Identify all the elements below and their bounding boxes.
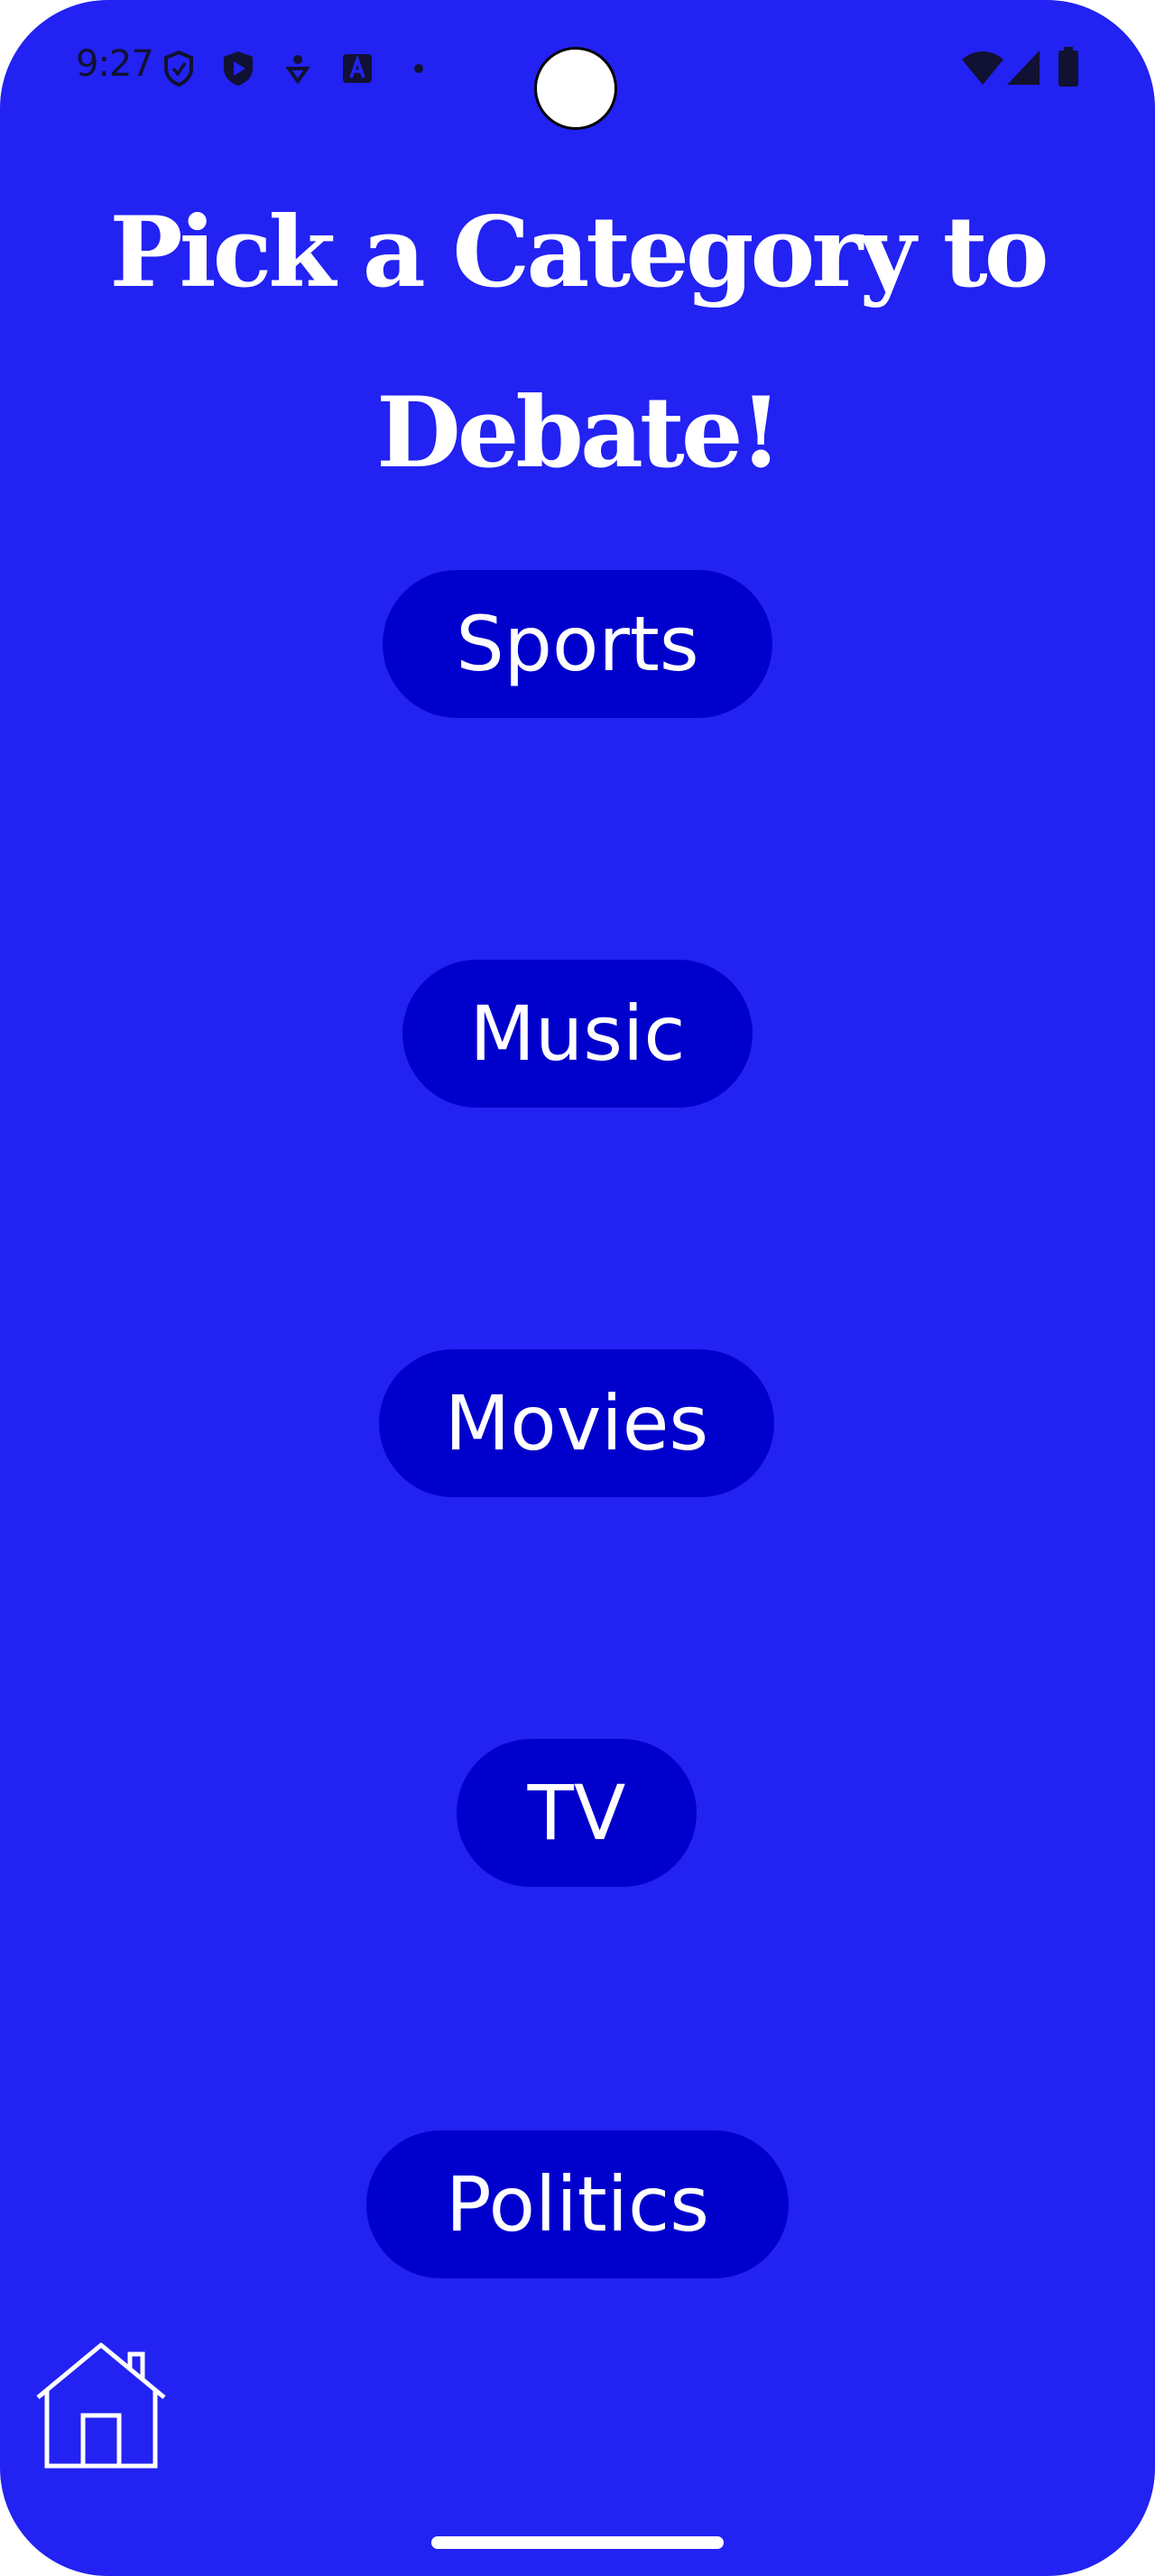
camera-cutout	[534, 47, 617, 130]
play-store-icon	[224, 51, 253, 86]
location-pin-icon	[285, 55, 310, 85]
category-button-tv[interactable]: TV	[457, 1739, 697, 1887]
home-icon	[36, 2342, 166, 2469]
category-button-sports[interactable]: Sports	[383, 570, 772, 718]
page-title: Pick a Category to Debate!	[109, 196, 1049, 490]
signal-icon	[1007, 51, 1040, 85]
app-screen: 9:27 Pick a Category to Debate! Sports M…	[0, 0, 1155, 2576]
gesture-nav-handle[interactable]	[431, 2536, 724, 2549]
dot-icon	[414, 64, 423, 73]
home-button[interactable]	[32, 2341, 170, 2471]
status-time: 9:27	[76, 43, 154, 85]
shield-icon	[164, 50, 193, 87]
text-a-icon	[343, 54, 372, 83]
category-button-movies[interactable]: Movies	[379, 1349, 774, 1497]
category-button-politics[interactable]: Politics	[366, 2130, 789, 2278]
category-button-music[interactable]: Music	[402, 960, 753, 1108]
wifi-icon	[962, 51, 1003, 85]
battery-icon	[1058, 47, 1078, 87]
